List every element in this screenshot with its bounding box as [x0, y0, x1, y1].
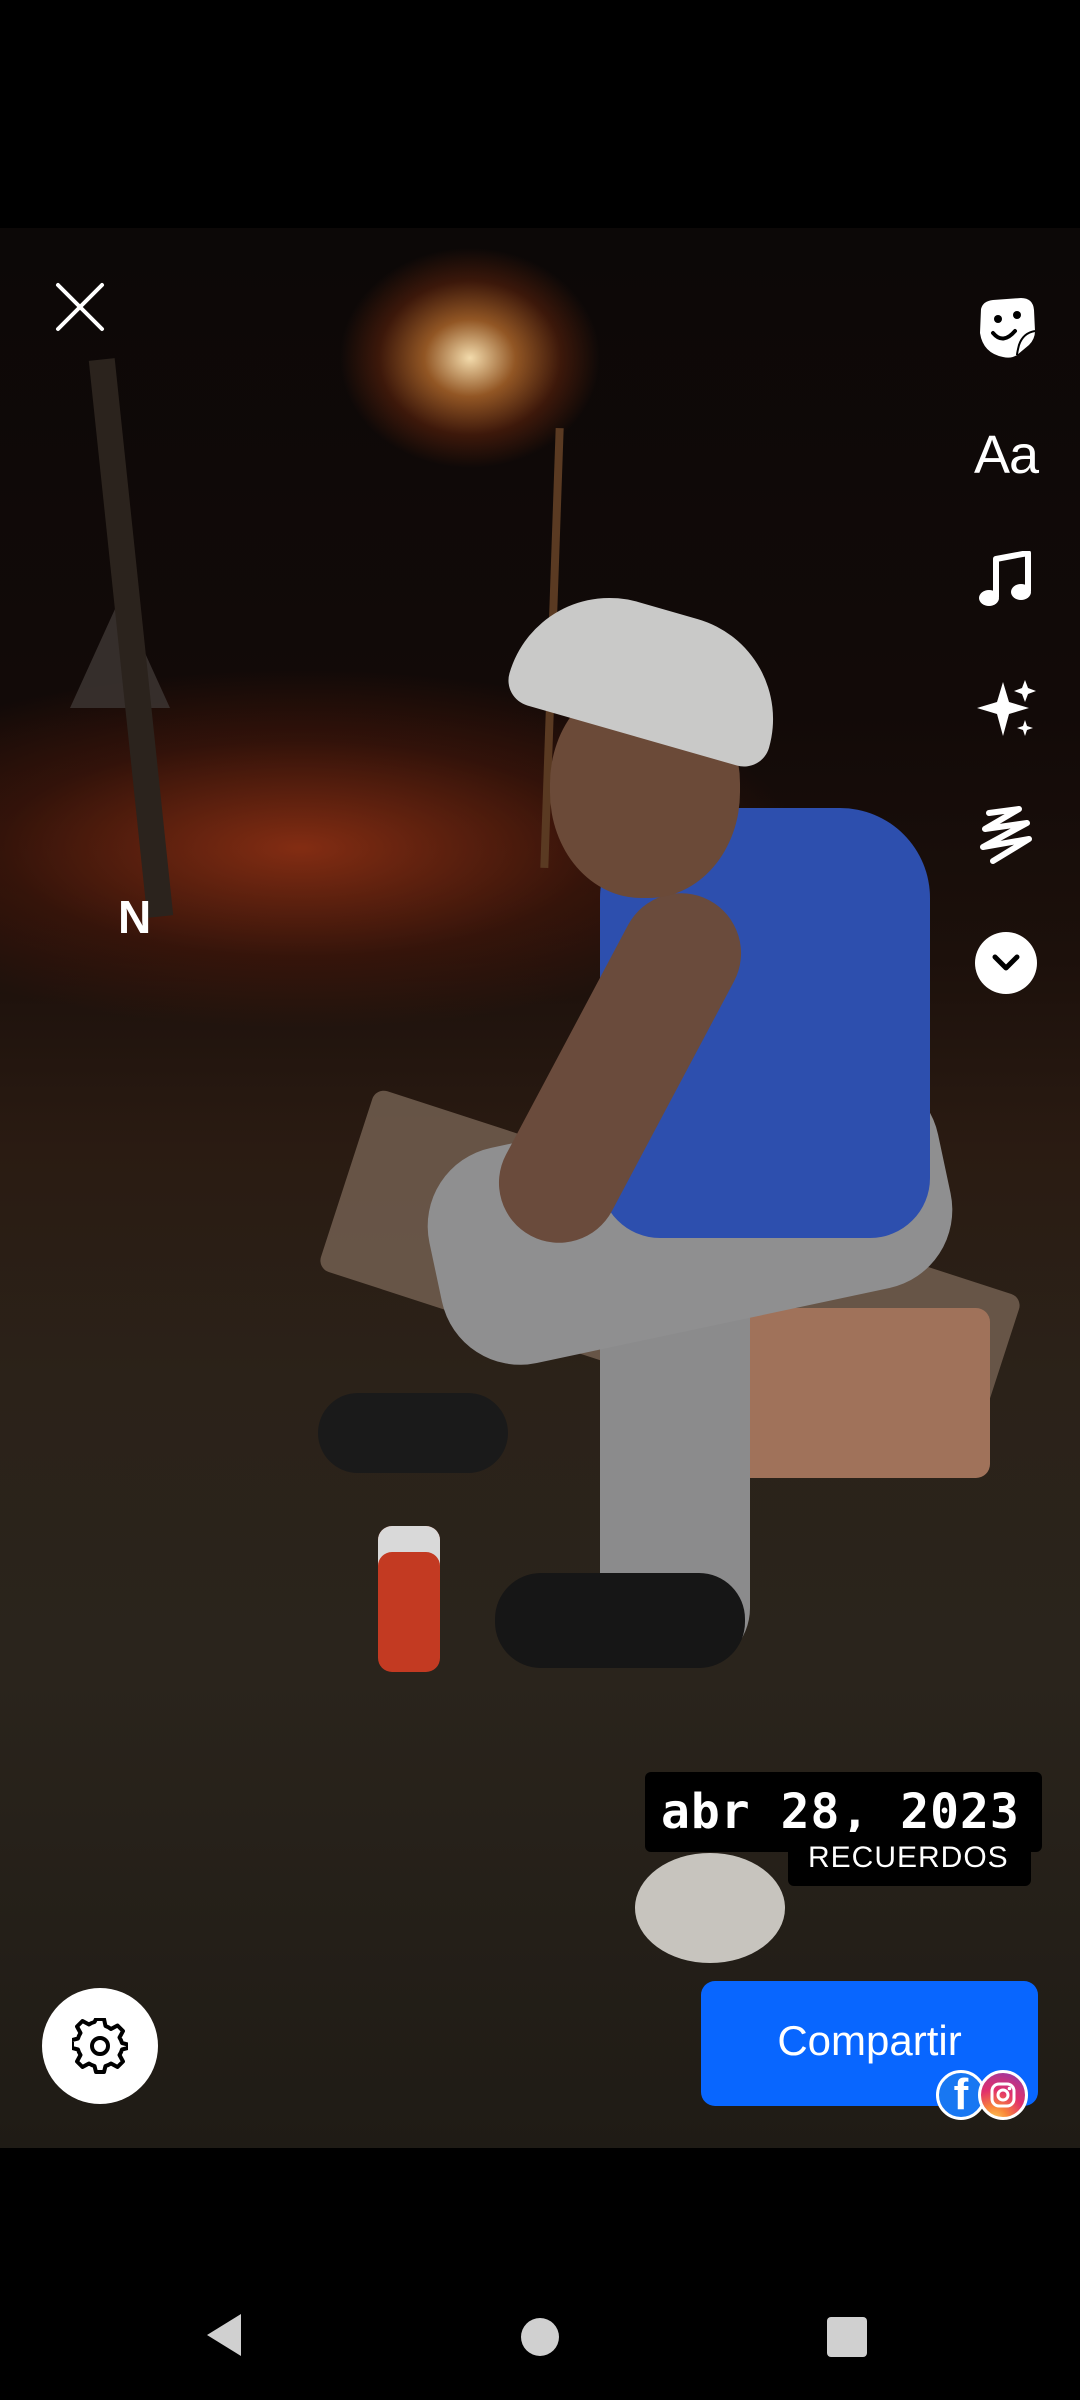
more-tools-button[interactable]: [968, 925, 1044, 1001]
text-icon: Aa: [973, 425, 1039, 485]
nav-back-button[interactable]: [205, 2312, 245, 2363]
settings-button[interactable]: [42, 1988, 158, 2104]
editing-toolbar: Aa: [968, 290, 1044, 1052]
doodle-icon: [980, 806, 1032, 864]
close-button[interactable]: [48, 275, 112, 339]
sticker-icon: [980, 298, 1036, 358]
gear-icon: [72, 2018, 128, 2074]
text-tool-button[interactable]: Aa: [968, 417, 1044, 493]
music-button[interactable]: [968, 544, 1044, 620]
back-icon: [207, 2314, 241, 2356]
music-icon: [979, 551, 1031, 606]
share-targets: f: [936, 2070, 1032, 2122]
can-shape: [378, 1526, 440, 1672]
close-icon: [56, 283, 104, 331]
effects-icon: [977, 680, 1036, 736]
shoe-shape: [495, 1573, 745, 1668]
memory-label-sticker[interactable]: RECUERDOS: [788, 1832, 1031, 1886]
effects-button[interactable]: [968, 671, 1044, 747]
instagram-icon: [978, 2070, 1028, 2120]
pole-shape: [88, 358, 174, 918]
shoe-shape: [318, 1393, 508, 1473]
photo-letter-n: N: [118, 891, 152, 943]
home-icon[interactable]: [521, 2318, 559, 2356]
doodle-button[interactable]: [968, 798, 1044, 874]
sticker-button[interactable]: [968, 290, 1044, 366]
bag-shape: [635, 1853, 785, 1963]
more-chevron-icon: [975, 932, 1037, 994]
recents-icon[interactable]: [827, 2317, 867, 2357]
brick-shape: [730, 1308, 990, 1478]
share-button-label: Compartir: [777, 2016, 962, 2064]
